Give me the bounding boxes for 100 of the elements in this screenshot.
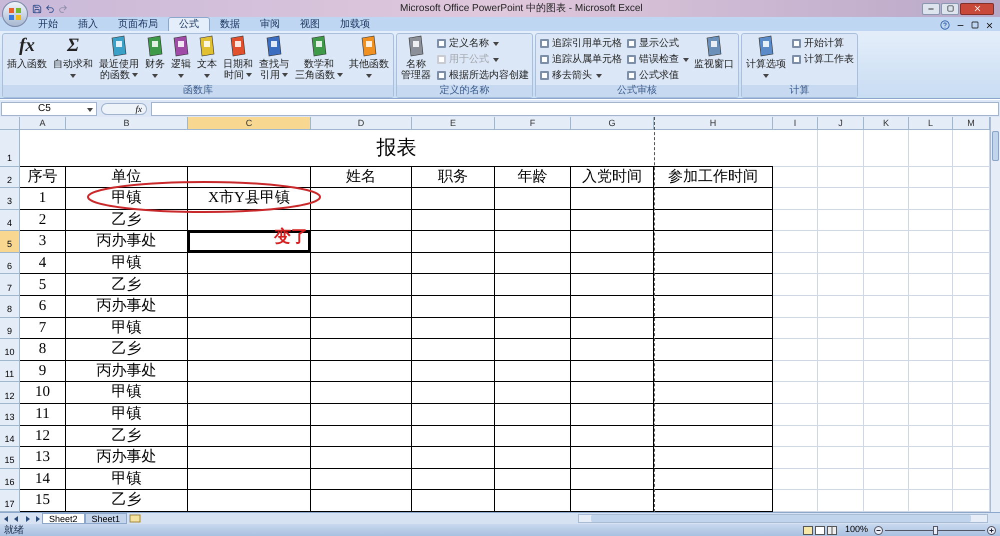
table-cell: 丙办事处 xyxy=(66,296,188,318)
ribbon-small-button[interactable]: 开始计算 xyxy=(791,37,854,50)
row-header[interactable]: 4 xyxy=(0,210,20,232)
zoom-out-icon[interactable] xyxy=(874,526,883,534)
table-cell xyxy=(909,231,953,253)
row-header[interactable]: 13 xyxy=(0,404,20,426)
table-cell: 甲镇 xyxy=(66,318,188,340)
column-header[interactable]: F xyxy=(495,117,571,129)
table-cell: 4 xyxy=(20,252,66,274)
ribbon-button[interactable]: 逻辑 xyxy=(168,34,194,85)
ribbon-button[interactable]: 文本 xyxy=(194,34,220,85)
ribbon-button[interactable]: 最近使用 的函数 xyxy=(96,34,142,85)
ribbon-button[interactable]: 查找与 引用 xyxy=(256,34,292,85)
ribbon-tab[interactable]: 公式 xyxy=(168,17,210,31)
ribbon-small-button[interactable]: 显示公式 xyxy=(626,37,689,50)
ribbon-tab[interactable]: 加载项 xyxy=(330,17,380,31)
row-header[interactable]: 12 xyxy=(0,382,20,404)
row-header[interactable]: 5 xyxy=(0,231,20,253)
ribbon-tab[interactable]: 页面布局 xyxy=(108,17,168,31)
row-header[interactable]: 9 xyxy=(0,318,20,340)
zoom-in-icon[interactable] xyxy=(987,526,996,534)
column-header[interactable]: L xyxy=(909,117,953,129)
function-button[interactable]: fx xyxy=(101,102,147,114)
name-box[interactable]: C5 xyxy=(1,102,97,116)
ribbon-button[interactable]: Σ 自动求和 xyxy=(50,34,96,85)
formula-field[interactable] xyxy=(151,102,999,116)
column-header[interactable]: J xyxy=(818,117,864,129)
table-cell: 9 xyxy=(20,360,66,382)
row-header[interactable]: 11 xyxy=(0,360,20,382)
ribbon-button[interactable]: 计算选项 xyxy=(743,34,789,85)
ribbon-tab[interactable]: 开始 xyxy=(28,17,68,31)
column-header[interactable]: I xyxy=(773,117,818,129)
row-header[interactable]: 17 xyxy=(0,490,20,512)
column-header[interactable]: A xyxy=(20,117,66,129)
ribbon-button[interactable]: 日期和 时间 xyxy=(220,34,256,85)
minimize-button[interactable] xyxy=(922,2,940,14)
ribbon-small-button[interactable]: 移去箭头 xyxy=(539,69,622,82)
normal-view-icon[interactable] xyxy=(802,526,813,534)
ribbon-button[interactable]: 名称 管理器 xyxy=(398,34,434,85)
restore-icon[interactable] xyxy=(971,21,979,29)
page-layout-icon[interactable] xyxy=(814,526,825,534)
row-header[interactable]: 16 xyxy=(0,468,20,490)
column-header[interactable]: D xyxy=(311,117,412,129)
close-icon[interactable] xyxy=(985,20,994,30)
ribbon-small-button[interactable]: 追踪引用单元格 xyxy=(539,37,622,50)
ribbon-small-button[interactable]: 公式求值 xyxy=(626,69,689,82)
restore-button[interactable] xyxy=(941,2,959,14)
zoom-level[interactable]: 100% xyxy=(844,523,868,536)
column-header[interactable]: H xyxy=(654,117,773,129)
row-header[interactable]: 10 xyxy=(0,339,20,361)
table-cell: X市Y县甲镇 xyxy=(188,188,311,210)
zoom-slider-thumb[interactable] xyxy=(933,526,938,534)
column-header[interactable]: C xyxy=(188,117,311,129)
column-header[interactable]: K xyxy=(864,117,909,129)
table-cell xyxy=(864,426,909,448)
insert-sheet-icon[interactable] xyxy=(129,514,142,523)
vertical-scrollbar[interactable] xyxy=(990,117,1000,512)
table-cell xyxy=(818,360,864,382)
zoom-slider[interactable] xyxy=(885,526,985,534)
row-header[interactable]: 6 xyxy=(0,252,20,274)
ribbon-button[interactable]: 数学和 三角函数 xyxy=(292,34,346,85)
sheet-tab[interactable]: Sheet2 xyxy=(42,513,85,524)
help-icon[interactable] xyxy=(940,20,950,30)
horizontal-scrollbar[interactable] xyxy=(578,514,988,523)
ribbon-button[interactable]: 监视窗口 xyxy=(691,34,737,85)
row-header[interactable]: 3 xyxy=(0,188,20,210)
row-header[interactable]: 15 xyxy=(0,447,20,469)
ribbon-tab[interactable]: 审阅 xyxy=(250,17,290,31)
table-cell: 入党时间 xyxy=(571,166,654,188)
column-header[interactable]: G xyxy=(571,117,654,129)
ribbon-small-button[interactable]: 根据所选内容创建 xyxy=(436,69,529,82)
page-break-icon[interactable] xyxy=(826,526,837,534)
ribbon-button[interactable]: 财务 xyxy=(142,34,168,85)
ribbon-button[interactable]: fx 插入函数 xyxy=(4,34,50,85)
sheet-tab[interactable]: Sheet1 xyxy=(84,513,128,524)
sheet-navigation-icon[interactable] xyxy=(2,514,42,522)
ribbon-small-button[interactable]: 计算工作表 xyxy=(791,53,854,66)
table-cell xyxy=(864,318,909,340)
group-label: 公式审核 xyxy=(536,85,738,97)
ribbon-button[interactable]: 其他函数 xyxy=(346,34,392,85)
close-button[interactable] xyxy=(960,2,994,14)
row-header[interactable]: 14 xyxy=(0,426,20,448)
ribbon-small-button[interactable]: 错误检查 xyxy=(626,53,689,66)
ribbon-tab[interactable]: 视图 xyxy=(290,17,330,31)
undo-icon[interactable] xyxy=(45,4,55,14)
row-header[interactable]: 1 xyxy=(0,130,20,166)
table-cell xyxy=(864,339,909,361)
ribbon-small-button[interactable]: 定义名称 xyxy=(436,37,529,50)
row-header[interactable]: 7 xyxy=(0,274,20,296)
ribbon-tab[interactable]: 数据 xyxy=(210,17,250,31)
row-header[interactable]: 2 xyxy=(0,166,20,188)
table-cell xyxy=(864,296,909,318)
ribbon-tab[interactable]: 插入 xyxy=(68,17,108,31)
table-cell xyxy=(773,404,818,426)
window-title: Microsoft Office PowerPoint 中的图表 - Microsoft Excel xyxy=(400,2,643,16)
save-icon[interactable] xyxy=(32,4,42,14)
table-cell: 12 xyxy=(20,426,66,448)
column-header[interactable]: E xyxy=(412,117,495,129)
row-header[interactable]: 8 xyxy=(0,296,20,318)
ribbon-small-button[interactable]: 追踪从属单元格 xyxy=(539,53,622,66)
